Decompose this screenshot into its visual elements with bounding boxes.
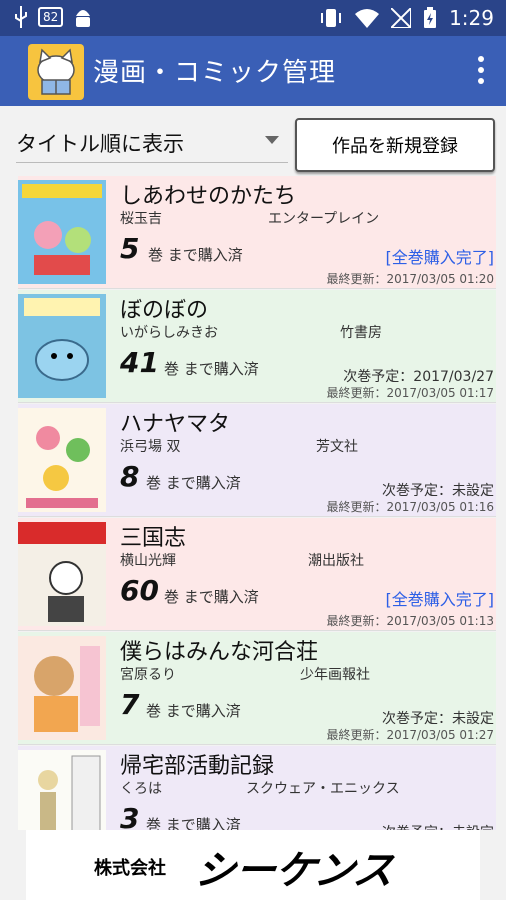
battery-charging-icon [424,7,437,28]
usb-icon [15,6,27,28]
wifi-icon [355,9,380,28]
cover-image [18,294,106,398]
more-vert-icon[interactable] [476,56,486,86]
manga-publisher: エンタープレイン [268,211,380,227]
manga-list[interactable]: しあわせのかたち 桜玉吉 エンタープレイン 5 巻 まで購入済 [全巻購入完了]… [0,176,506,830]
manga-title: ぼのぼの [120,298,209,323]
volume-label: 巻 まで購入済 [146,474,241,492]
ad-banner[interactable]: 株式会社 シーケンス [26,830,480,900]
next-volume: 次巻予定：2017/03/27 [343,369,494,385]
manga-publisher: 芳文社 [316,439,358,455]
volume-count: 3 [120,802,140,830]
last-updated: 最終更新：2017/03/05 01:20 [326,272,494,286]
app-bar: 漫画・コミック管理 [0,36,506,106]
manga-item[interactable]: 三国志 横山光輝 潮出版社 60 巻 まで購入済 [全巻購入完了] 最終更新：2… [18,518,496,631]
volume-label: 巻 まで購入済 [146,816,241,830]
next-volume: 次巻予定：未設定 [382,711,494,727]
dropdown-underline [16,162,288,163]
manga-author: 浜弓場 双 [120,439,181,455]
vibrate-icon [321,9,342,27]
dropdown-arrow-icon[interactable] [265,136,279,144]
sort-dropdown[interactable]: タイトル順に表示 [16,128,184,158]
volume-label: 巻 まで購入済 [146,702,241,720]
new-registration-button[interactable]: 作品を新規登録 [295,118,495,172]
cat-reading-icon [28,44,84,100]
cover-image [18,180,106,284]
last-updated: 最終更新：2017/03/05 01:13 [326,614,494,628]
volume-label: 巻 まで購入済 [148,246,243,264]
manga-item[interactable]: ぼのぼの いがらしみきお 竹書房 41 巻 まで購入済 次巻予定：2017/03… [18,290,496,403]
volume-label: 巻 まで購入済 [164,588,259,606]
android-icon [76,10,91,27]
status-bar: 82 1:29 [0,0,506,36]
manga-title: 僕らはみんな河合荘 [120,640,319,665]
no-signal-icon [391,8,412,28]
volume-count: 7 [120,688,140,721]
next-volume: 次巻予定：未設定 [382,483,494,499]
manga-author: くろは [120,781,162,797]
toolbar: タイトル順に表示 作品を新規登録 [0,106,506,176]
app-title: 漫画・コミック管理 [93,58,337,88]
volume-count: 5 [120,232,140,265]
cover-image [18,408,106,512]
manga-item[interactable]: 帰宅部活動記録 くろは スクウェア・エニックス 3 巻 まで購入済 次巻予定：未… [18,746,496,830]
next-volume: 次巻予定：未設定 [382,822,494,830]
manga-title: 帰宅部活動記録 [120,754,275,779]
manga-author: 横山光輝 [120,553,176,569]
complete-badge: [全巻購入完了] [385,590,495,609]
banner-company: 株式会社 [94,858,166,879]
volume-count: 8 [120,460,140,493]
clock: 1:29 [449,6,494,30]
manga-publisher: スクウェア・エニックス [246,781,400,797]
manga-title: ハナヤマタ [120,412,231,437]
manga-title: しあわせのかたち [120,184,297,209]
manga-item[interactable]: 僕らはみんな河合荘 宮原るり 少年画報社 7 巻 まで購入済 次巻予定：未設定 … [18,632,496,745]
manga-title: 三国志 [120,526,187,551]
last-updated: 最終更新：2017/03/05 01:16 [326,500,494,514]
manga-item[interactable]: ハナヤマタ 浜弓場 双 芳文社 8 巻 まで購入済 次巻予定：未設定 最終更新：… [18,404,496,517]
cover-image [18,750,106,830]
cover-image [18,636,106,740]
last-updated: 最終更新：2017/03/05 01:17 [326,386,494,400]
manga-author: 桜玉吉 [120,211,162,227]
volume-label: 巻 まで購入済 [164,360,259,378]
manga-item[interactable]: しあわせのかたち 桜玉吉 エンタープレイン 5 巻 まで購入済 [全巻購入完了]… [18,176,496,289]
manga-author: 宮原るり [120,667,176,683]
manga-author: いがらしみきお [120,325,218,341]
complete-badge: [全巻購入完了] [385,248,495,267]
banner-brand: シーケンス [192,848,397,894]
manga-publisher: 竹書房 [340,325,382,341]
cover-image [18,522,106,626]
manga-publisher: 少年画報社 [300,667,370,683]
manga-publisher: 潮出版社 [308,553,364,569]
last-updated: 最終更新：2017/03/05 01:27 [326,728,494,742]
battery-badge: 82 [38,7,64,27]
volume-count: 60 [120,574,159,607]
volume-count: 41 [120,346,159,379]
